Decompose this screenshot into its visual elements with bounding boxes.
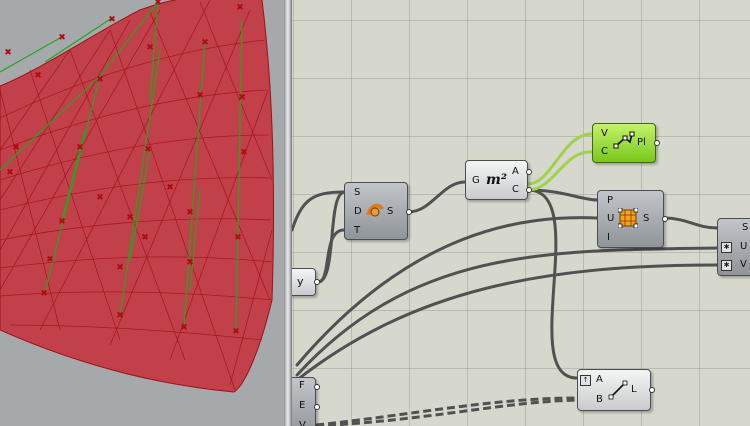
- svg-text:✖: ✖: [232, 327, 240, 337]
- input-s[interactable]: S: [354, 187, 360, 199]
- input-u[interactable]: U: [740, 241, 747, 253]
- evaluate-node[interactable]: S D T S: [344, 182, 412, 240]
- output-pl[interactable]: Pl: [637, 137, 646, 149]
- output-v[interactable]: V: [299, 420, 306, 426]
- svg-text:✖: ✖: [141, 233, 149, 243]
- y-parameter-node[interactable]: y: [292, 268, 320, 296]
- svg-text:✖: ✖: [144, 145, 152, 155]
- input-i[interactable]: I: [607, 232, 610, 244]
- fev-e-grip[interactable]: [314, 404, 320, 410]
- plane-icon: [613, 131, 635, 149]
- svg-text:✖: ✖: [4, 48, 12, 58]
- line-output-grip[interactable]: [649, 387, 655, 393]
- surface-points-node[interactable]: P U I S: [597, 190, 668, 248]
- output-f[interactable]: F: [299, 380, 305, 392]
- right-node[interactable]: S ✱ U ✱ V: [717, 218, 750, 276]
- input-d[interactable]: D: [354, 206, 362, 218]
- viewport-splitter[interactable]: [284, 0, 292, 426]
- y-label: y: [297, 275, 304, 288]
- svg-text:✖: ✖: [58, 33, 66, 43]
- svg-text:✖: ✖: [186, 258, 194, 268]
- surface-output-grip[interactable]: [662, 216, 668, 222]
- svg-text:✖: ✖: [238, 93, 246, 103]
- input-v[interactable]: V: [601, 128, 608, 140]
- svg-text:✖: ✖: [196, 91, 204, 101]
- svg-text:✖: ✖: [96, 193, 104, 203]
- surface-mesh: ✖ ✖ ✖ ✖ ✖ ✖ ✖ ✖ ✖ ✖ ✖ ✖ ✖ ✖ ✖ ✖ ✖ ✖ ✖ ✖ ✖ ✖ ✖ ✖ ✖ ✖ ✖ ✖ ✖ ✖: [0, 0, 275, 393]
- rhino-viewport[interactable]: ✖ ✖ ✖ ✖ ✖ ✖ ✖ ✖ ✖ ✖ ✖ ✖ ✖ ✖ ✖ ✖ ✖ ✖ ✖ ✖ ✖ ✖ ✖ ✖ ✖ ✖ ✖ ✖ ✖ ✖: [0, 0, 284, 426]
- area-a-grip[interactable]: [526, 169, 532, 175]
- svg-text:✖: ✖: [58, 217, 66, 227]
- param-v-icon: ✱: [721, 260, 732, 271]
- svg-text:✖: ✖: [234, 233, 242, 243]
- input-v[interactable]: V: [740, 259, 747, 271]
- input-u[interactable]: U: [607, 213, 614, 225]
- svg-text:✖: ✖: [116, 311, 124, 321]
- output-e[interactable]: E: [299, 400, 305, 412]
- output-c[interactable]: C: [512, 184, 519, 196]
- output-a[interactable]: A: [512, 166, 519, 178]
- svg-text:✖: ✖: [201, 38, 209, 48]
- svg-text:✖: ✖: [166, 183, 174, 193]
- curve-point-icon: [366, 203, 384, 217]
- fev-f-grip[interactable]: [314, 384, 320, 390]
- input-b[interactable]: B: [596, 394, 603, 406]
- input-a[interactable]: A: [596, 374, 603, 386]
- area-node[interactable]: G m² A C: [465, 160, 532, 200]
- line-node[interactable]: ↑ A B L: [577, 369, 655, 411]
- svg-text:✖: ✖: [76, 143, 84, 153]
- line-icon: [608, 380, 628, 400]
- svg-text:✖: ✖: [180, 323, 188, 333]
- svg-text:✖: ✖: [146, 43, 154, 53]
- grasshopper-canvas[interactable]: y S D T S G m² A C V C Pl P U I S S ✱ U …: [292, 0, 750, 426]
- fev-node[interactable]: F E V: [292, 377, 320, 426]
- svg-text:✖: ✖: [108, 15, 116, 25]
- svg-text:✖: ✖: [186, 208, 194, 218]
- param-u-icon: ✱: [721, 242, 732, 253]
- y-output-grip[interactable]: [314, 279, 320, 285]
- svg-text:✖: ✖: [126, 213, 134, 223]
- svg-text:✖: ✖: [116, 263, 124, 273]
- output-l[interactable]: L: [631, 384, 637, 396]
- point-output-grip[interactable]: [406, 209, 412, 215]
- svg-text:✖: ✖: [154, 0, 162, 8]
- output-s[interactable]: S: [387, 206, 393, 218]
- svg-text:✖: ✖: [34, 71, 42, 81]
- plane-node[interactable]: V C Pl: [592, 123, 660, 163]
- svg-text:✖: ✖: [12, 143, 20, 153]
- svg-text:✖: ✖: [6, 168, 14, 178]
- area-c-grip[interactable]: [526, 187, 532, 193]
- input-g[interactable]: G: [472, 175, 480, 187]
- svg-text:✖: ✖: [96, 75, 104, 85]
- plane-output-grip[interactable]: [654, 140, 660, 146]
- input-t[interactable]: T: [354, 225, 360, 237]
- svg-text:✖: ✖: [240, 148, 248, 158]
- input-s[interactable]: S: [742, 222, 748, 234]
- input-p[interactable]: P: [607, 195, 613, 207]
- surface-grid-icon: [618, 208, 638, 228]
- param-a-icon: ↑: [580, 375, 591, 386]
- svg-text:✖: ✖: [236, 3, 244, 13]
- svg-text:✖: ✖: [46, 255, 54, 265]
- area-icon: m²: [486, 172, 507, 188]
- input-c[interactable]: C: [601, 146, 608, 158]
- output-s[interactable]: S: [643, 213, 649, 225]
- svg-text:✖: ✖: [40, 289, 48, 299]
